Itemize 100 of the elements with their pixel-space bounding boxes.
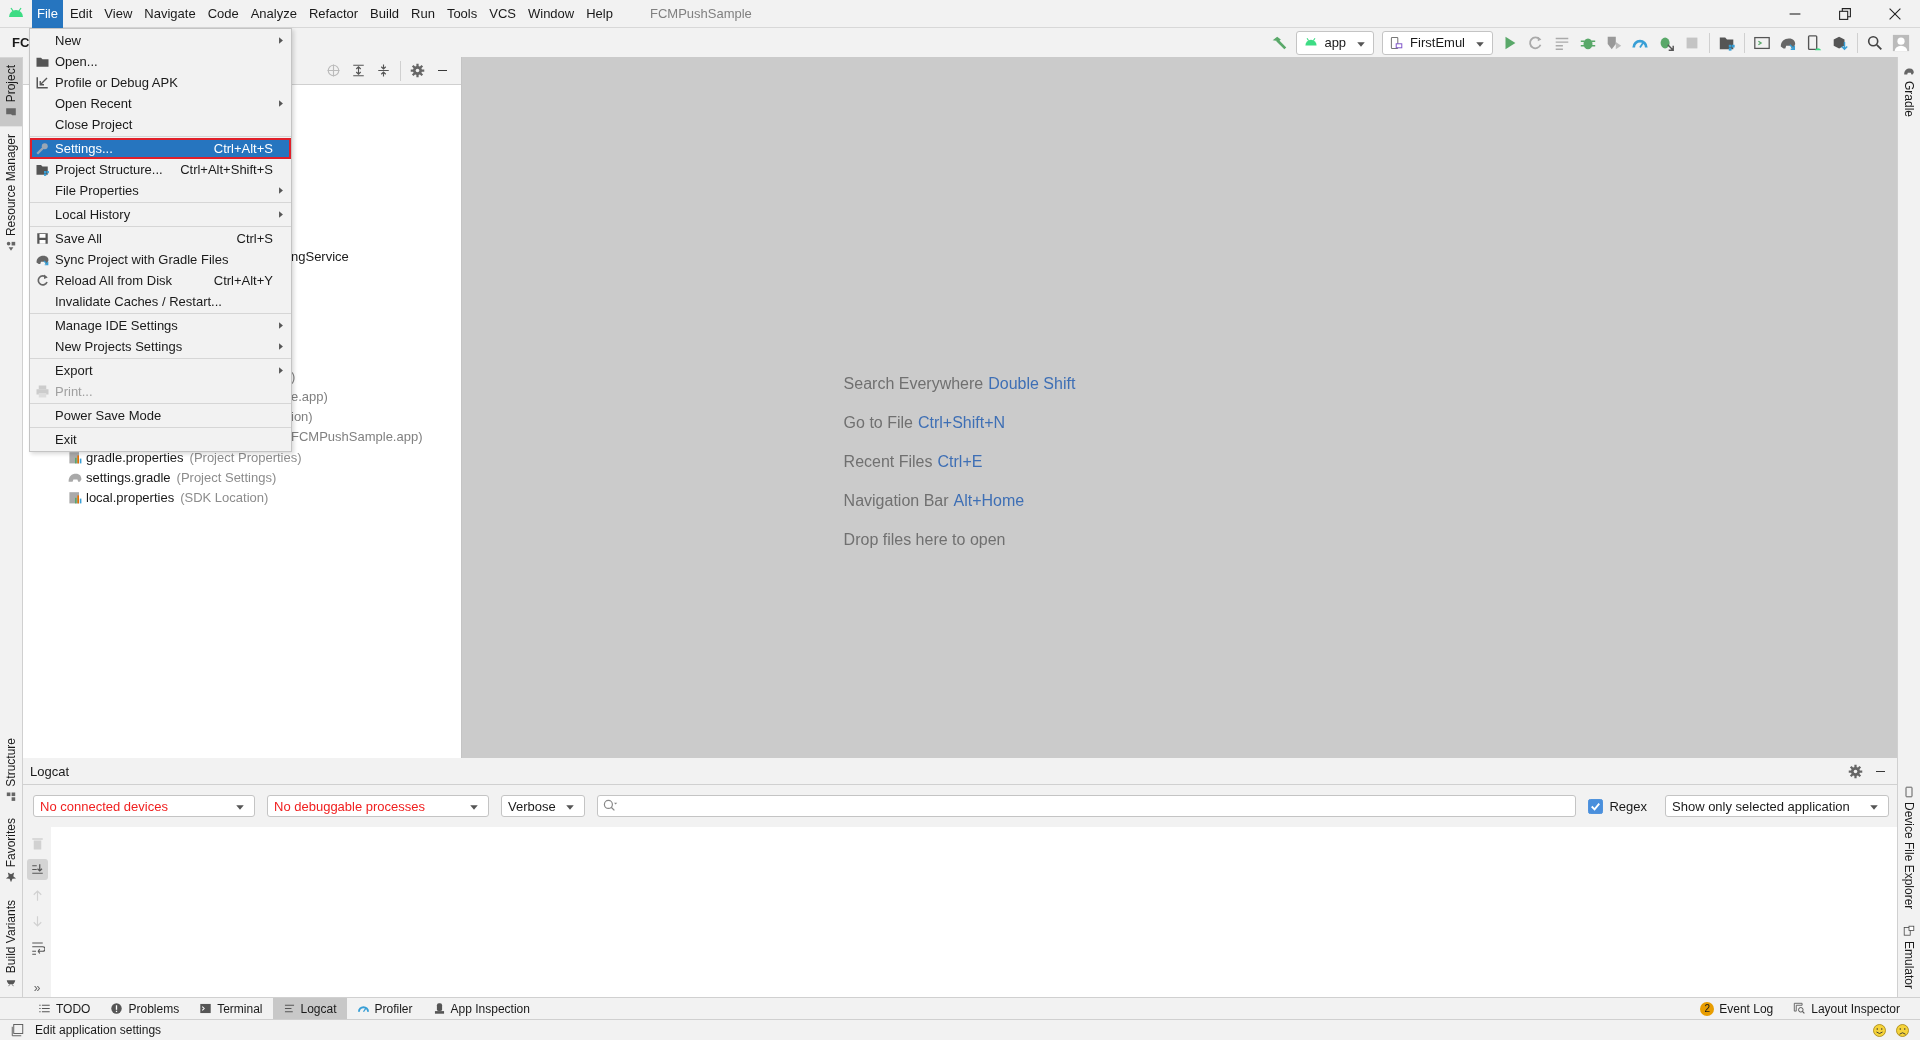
menu-item[interactable]: Exit — [30, 429, 291, 450]
menu-item[interactable]: Open... — [30, 51, 291, 72]
phone-icon — [1903, 785, 1915, 798]
terminal-icon — [199, 1002, 213, 1015]
menu-item[interactable]: New — [30, 30, 291, 51]
folder-grid-icon — [35, 162, 50, 177]
menu-item[interactable]: File Properties — [30, 180, 291, 201]
tool-window-tab[interactable]: Project — [0, 57, 22, 127]
menu-item[interactable]: Analyze — [245, 0, 302, 28]
reload-icon — [35, 273, 50, 288]
more-button[interactable]: » — [33, 981, 41, 995]
menu-item[interactable]: Run — [406, 0, 440, 28]
tree-item[interactable]: ion) — [291, 407, 313, 427]
menu-item[interactable]: VCS — [484, 0, 521, 28]
scroll-to-end-icon[interactable] — [26, 859, 48, 880]
tool-tab[interactable]: 2 Event Log — [1690, 998, 1784, 1019]
menu-item[interactable]: Edit — [64, 0, 98, 28]
device-dropdown[interactable]: No connected devices — [33, 795, 255, 817]
shapes-icon — [5, 240, 17, 253]
search-icon[interactable] — [1866, 33, 1884, 52]
breadcrumb[interactable]: FC — [12, 35, 30, 50]
menu-item[interactable]: Power Save Mode — [30, 405, 291, 426]
magnifier-frame-icon — [1793, 1002, 1807, 1015]
import-arrow-icon — [35, 75, 50, 90]
menu-item[interactable]: Navigate — [139, 0, 201, 28]
expand-all-icon[interactable] — [351, 63, 366, 78]
menu-item[interactable]: Build — [365, 0, 404, 28]
window-title: FCMPushSample — [649, 6, 752, 21]
tree-item[interactable]: ngService — [291, 247, 349, 267]
tool-tab[interactable]: Terminal — [189, 998, 273, 1019]
menu-item[interactable]: Window — [522, 0, 580, 28]
menu-item[interactable]: File — [32, 0, 63, 28]
device-dropdown[interactable]: FirstEmul — [1382, 30, 1493, 55]
process-dropdown[interactable]: No debuggable processes — [267, 795, 489, 817]
menu-item[interactable]: Manage IDE Settings — [30, 315, 291, 336]
tool-window-tab[interactable]: Emulator — [1898, 916, 1920, 997]
lines-icon — [282, 1002, 296, 1015]
menu-item[interactable]: Profile or Debug APK — [30, 72, 291, 93]
tree-item[interactable]: gradle.properties (Project Properties) — [67, 447, 302, 467]
menu-item[interactable]: Refactor — [303, 0, 364, 28]
star-icon — [5, 871, 17, 884]
list-icon — [38, 1002, 51, 1015]
filter-dropdown[interactable]: Show only selected application — [1665, 795, 1889, 817]
menu-item[interactable]: Close Project — [30, 114, 291, 135]
regex-checkbox[interactable] — [1588, 798, 1604, 814]
run-config-dropdown[interactable]: app — [1296, 30, 1375, 55]
checkbox-label[interactable]: Regex — [1609, 798, 1647, 814]
tool-tab[interactable]: Logcat — [272, 998, 347, 1019]
menu-item[interactable]: Export — [30, 360, 291, 381]
tool-window-tab[interactable]: Gradle — [1898, 57, 1920, 126]
settings-icon[interactable] — [410, 63, 425, 78]
structure-icon — [5, 790, 17, 803]
editor-hint: Navigation Bar Alt+Home — [843, 491, 1026, 511]
editor-hint: Drop files here to open — [843, 530, 1007, 550]
emulator-icon — [1903, 924, 1915, 937]
inspector-icon — [432, 1002, 446, 1015]
menu-item[interactable]: New Projects Settings — [30, 336, 291, 357]
menu-item[interactable]: Project Structure... Ctrl+Alt+Shift+S — [30, 159, 291, 180]
tree-item[interactable]: settings.gradle (Project Settings) — [67, 467, 277, 487]
alert-icon — [110, 1002, 124, 1015]
menu-item[interactable]: Tools — [441, 0, 483, 28]
tool-tab[interactable]: App Inspection — [422, 998, 540, 1019]
menu-item[interactable]: Code — [202, 0, 244, 28]
tool-tab[interactable]: Profiler — [346, 998, 423, 1019]
settings-icon[interactable] — [1848, 763, 1863, 779]
bar-chart-file-icon — [67, 489, 83, 505]
status-message: Edit application settings — [35, 1023, 162, 1037]
tree-item[interactable]: local.properties (SDK Location) — [67, 487, 269, 507]
tool-window-tab[interactable]: Favorites — [0, 810, 22, 892]
tool-tab[interactable]: Layout Inspector — [1783, 998, 1910, 1019]
menu-item[interactable]: Open Recent — [30, 93, 291, 114]
menu-item[interactable]: Settings... Ctrl+Alt+S — [30, 138, 291, 159]
editor-hint: Recent Files Ctrl+E — [843, 452, 984, 472]
menu-item[interactable]: Local History — [30, 204, 291, 225]
frown-icon[interactable] — [1895, 1022, 1910, 1038]
window-icon[interactable] — [10, 1022, 25, 1038]
log-level-dropdown[interactable]: Verbose — [501, 795, 585, 817]
editor-hint: Go to File Ctrl+Shift+N — [843, 413, 1007, 433]
tree-item[interactable]: FCMPushSample.app) — [291, 427, 423, 447]
menu-item[interactable]: Save All Ctrl+S — [30, 228, 291, 249]
tool-tab[interactable]: TODO — [28, 998, 101, 1019]
smiley-icon[interactable] — [1872, 1022, 1887, 1038]
menu-item[interactable]: Invalidate Caches / Restart... — [30, 291, 291, 312]
tool-tab[interactable]: Problems — [100, 998, 190, 1019]
wrench-icon — [35, 141, 50, 156]
tool-window-tab[interactable]: Build Variants — [0, 891, 22, 997]
search-field[interactable] — [597, 795, 1577, 817]
editor-hint: Search Everywhere Double Shift — [843, 374, 1076, 394]
printer-icon — [35, 384, 50, 399]
tree-item[interactable]: e.app) — [291, 387, 328, 407]
phone-icon[interactable] — [1805, 33, 1823, 52]
tool-window-tab[interactable]: Structure — [0, 729, 22, 811]
menu-item[interactable]: Sync Project with Gradle Files — [30, 249, 291, 270]
menu-item[interactable]: Help — [581, 0, 618, 28]
menu-item[interactable]: Reload All from Disk Ctrl+Alt+Y — [30, 270, 291, 291]
tool-window-tab[interactable]: Resource Manager — [0, 126, 22, 261]
tool-window-tab[interactable]: Device File Explorer — [1898, 777, 1920, 917]
bar-chart-file-icon — [67, 449, 83, 465]
menu-item[interactable]: View — [99, 0, 138, 28]
collapse-all-icon[interactable] — [376, 63, 391, 78]
